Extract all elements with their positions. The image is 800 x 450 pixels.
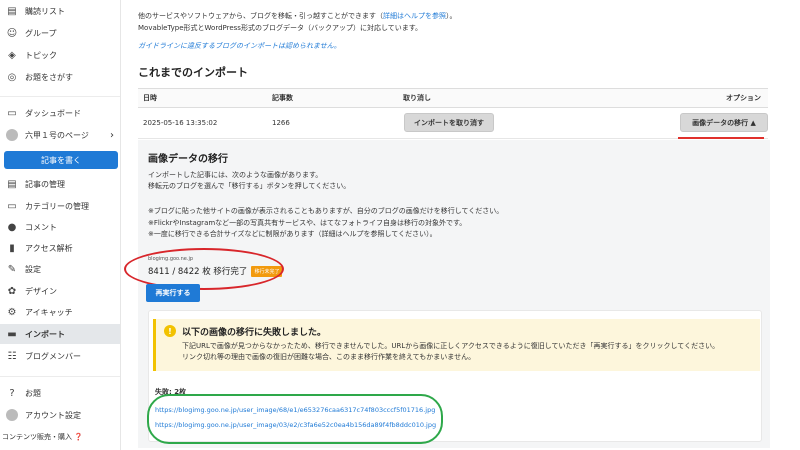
sidebar: ▤ 購読リスト ☺ グループ ◈ トピック ◎ お題をさがす ▭ ダッシュボード 六甲１号…: [0, 0, 121, 450]
image-migration-panel: 画像データの移行 インポートした記事には、次のような画像があります。 移転元のブ…: [124, 140, 770, 448]
migration-note-1: ※ブログに貼った他サイトの画像が表示されることもありますが、自分のブログの画像だ…: [148, 207, 504, 215]
migration-notes: ※ブログに貼った他サイトの画像が表示されることもありますが、自分のブログの画像だ…: [148, 206, 503, 241]
comment-icon: ●: [7, 221, 17, 233]
warning-text-2: リンク切れ等の理由で画像の復旧が困難な場合、このまま移行作業を終えてもかまいませ…: [182, 353, 476, 361]
sidebar-item-analytics[interactable]: ▮ アクセス解析: [0, 238, 120, 258]
red-annotation-underline: [678, 137, 764, 139]
write-article-button[interactable]: 記事を書く: [4, 151, 118, 169]
document-icon: ▤: [7, 178, 17, 190]
import-date: 2025-05-16 13:35:02: [143, 119, 218, 127]
table-row: 2025-05-16 13:35:02 1266 インポートを取り消す 画像デー…: [138, 108, 768, 139]
group-icon: ☺: [6, 27, 18, 39]
intro-line1-end: ）。: [446, 12, 457, 20]
import-history-title: これまでのインポート: [138, 66, 248, 79]
chevron-right-icon: ›: [110, 129, 114, 141]
sidebar-item-reading-list[interactable]: ▤ 購読リスト: [0, 1, 120, 21]
members-icon: ☷: [7, 350, 17, 362]
green-annotation-circle: [147, 394, 443, 444]
migration-desc-1: インポートした記事には、次のような画像があります。: [148, 171, 323, 179]
sidebar-item-categories[interactable]: ▭ カテゴリーの管理: [0, 196, 120, 216]
sidebar-item-my-page[interactable]: 六甲１号のページ ›: [0, 125, 120, 145]
migration-title: 画像データの移行: [148, 154, 228, 165]
migration-note-2: ※FlickrやInstagramなど一部の写真共有サービスや、はてなフォトライ…: [148, 218, 467, 227]
warning-text: 下記URLで画像が見つからなかったため、移行できませんでした。URLから画像に正…: [182, 341, 719, 363]
article-count: 1266: [272, 119, 290, 127]
account-avatar: [6, 409, 18, 421]
divider: [0, 96, 120, 97]
dashboard-icon: ▭: [7, 107, 17, 119]
avatar: [6, 129, 18, 141]
sidebar-item-topic[interactable]: ◈ トピック: [0, 45, 120, 65]
sidebar-item-label: ブログメンバー: [25, 351, 81, 361]
sidebar-item-label: アクセス解析: [25, 243, 73, 253]
failure-box: ! 以下の画像の移行に失敗しました。 下記URLで画像が見つからなかったため、移…: [147, 310, 762, 444]
exclamation-icon: !: [164, 325, 176, 337]
folder-icon: ▭: [7, 200, 17, 212]
sidebar-item-theme[interactable]: ? お題: [0, 383, 120, 403]
sidebar-item-dashboard[interactable]: ▭ ダッシュボード: [0, 103, 120, 123]
warning-alert: ! 以下の画像の移行に失敗しました。 下記URLで画像が見つからなかったため、移…: [153, 319, 760, 371]
book-icon: ▤: [7, 5, 17, 17]
sidebar-item-label: ダッシュボード: [25, 108, 81, 118]
sidebar-item-label: 設定: [25, 264, 41, 274]
sidebar-item-label: コメント: [25, 222, 57, 232]
help-link[interactable]: 詳細はヘルプを参照: [383, 12, 446, 20]
topic-icon: ◈: [8, 49, 16, 61]
sidebar-item-label: アカウント設定: [25, 410, 81, 420]
image-icon: ⚙: [7, 306, 17, 318]
sidebar-item-label: グループ: [25, 28, 57, 38]
migration-description: インポートした記事には、次のような画像があります。 移転元のブログを選んで「移行…: [148, 170, 350, 192]
wrench-icon: ✎: [7, 263, 17, 275]
column-option: オプション: [726, 94, 761, 102]
content-sales-link[interactable]: コンテンツ販売・購入 ❓: [2, 432, 83, 442]
warning-title: 以下の画像の移行に失敗しました。: [182, 328, 327, 338]
sidebar-item-label: トピック: [25, 50, 57, 60]
import-icon: ▬: [7, 328, 17, 340]
column-date: 日時: [143, 94, 157, 102]
sidebar-item-settings[interactable]: ✎ 設定: [0, 259, 120, 279]
search-theme-icon: ◎: [7, 71, 17, 83]
column-cancel: 取り消し: [403, 94, 431, 102]
sidebar-item-find-theme[interactable]: ◎ お題をさがす: [0, 67, 120, 87]
main-content: 他のサービスやソフトウェアから、ブログを移転・引っ越すことができます（詳細はヘル…: [124, 0, 778, 450]
sidebar-item-account[interactable]: アカウント設定: [0, 405, 120, 425]
sidebar-item-comments[interactable]: ● コメント: [0, 217, 120, 237]
import-intro: 他のサービスやソフトウェアから、ブログを移転・引っ越すことができます（詳細はヘル…: [138, 10, 457, 52]
column-count: 記事数: [272, 94, 293, 102]
sidebar-item-members[interactable]: ☷ ブログメンバー: [0, 346, 120, 366]
image-migration-toggle-button[interactable]: 画像データの移行 ▲: [680, 113, 768, 132]
sidebar-item-label: カテゴリーの管理: [25, 201, 89, 211]
palette-icon: ✿: [7, 285, 17, 297]
cancel-import-button[interactable]: インポートを取り消す: [404, 113, 494, 132]
intro-line2: MovableType形式とWordPress形式のブログデータ（バックアップ）…: [138, 24, 423, 32]
rerun-button[interactable]: 再実行する: [146, 284, 200, 302]
sidebar-item-eyecatch[interactable]: ⚙ アイキャッチ: [0, 302, 120, 322]
sidebar-item-label: インポート: [25, 329, 65, 339]
import-history-table: 日時 記事数 取り消し オプション 2025-05-16 13:35:02 12…: [138, 88, 768, 139]
sidebar-item-group[interactable]: ☺ グループ: [0, 23, 120, 43]
divider: [0, 376, 120, 377]
sidebar-item-label: アイキャッチ: [25, 307, 73, 317]
question-icon: ?: [9, 387, 15, 399]
sidebar-item-label: デザイン: [25, 286, 57, 296]
sidebar-item-articles[interactable]: ▤ 記事の管理: [0, 174, 120, 194]
migration-note-3: ※一度に移行できる合計サイズなどに制限があります（詳細はヘルプを参照してください…: [148, 230, 437, 238]
guideline-note[interactable]: ガイドラインに違反するブログのインポートは認められません。: [138, 40, 457, 52]
intro-line1: 他のサービスやソフトウェアから、ブログを移転・引っ越すことができます（: [138, 12, 383, 20]
sidebar-item-import[interactable]: ▬ インポート: [0, 324, 120, 344]
sidebar-item-label: 購読リスト: [25, 6, 65, 16]
warning-text-1: 下記URLで画像が見つからなかったため、移行できませんでした。URLから画像に正…: [182, 342, 720, 350]
sidebar-item-label: 記事の管理: [25, 179, 65, 189]
chart-icon: ▮: [9, 242, 15, 254]
sidebar-item-label: お題: [25, 388, 41, 398]
migration-desc-2: 移転元のブログを選んで「移行する」ボタンを押してください。: [148, 182, 351, 190]
sidebar-item-design[interactable]: ✿ デザイン: [0, 281, 120, 301]
table-header: 日時 記事数 取り消し オプション: [138, 88, 768, 108]
sidebar-item-label: お題をさがす: [25, 72, 73, 82]
sidebar-item-label: 六甲１号のページ: [25, 130, 89, 140]
